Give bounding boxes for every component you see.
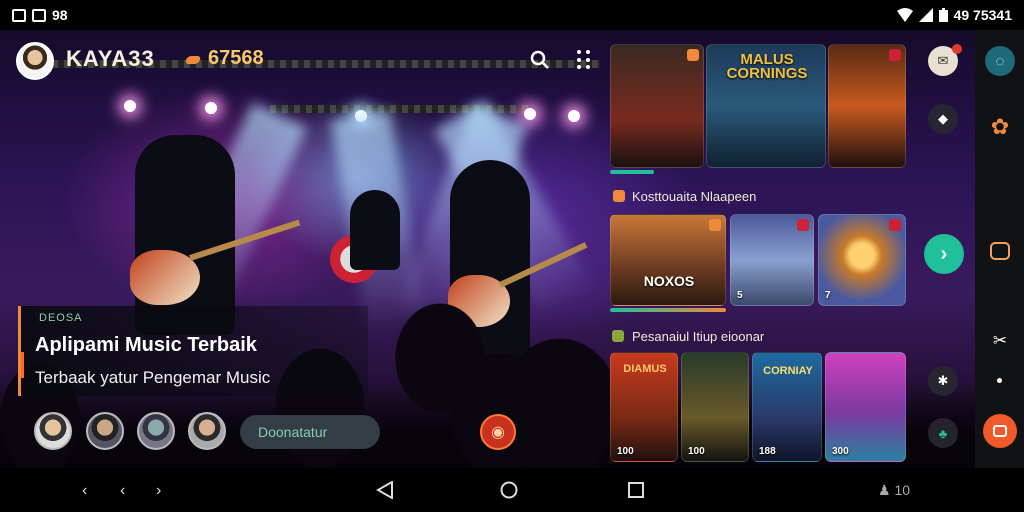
- shield-icon[interactable]: ◆: [928, 104, 958, 134]
- home-icon[interactable]: ◌: [985, 46, 1015, 76]
- friend-avatar[interactable]: [34, 412, 72, 450]
- carousel-progress: [610, 170, 654, 174]
- content-tile[interactable]: 7: [818, 214, 906, 306]
- promo-card[interactable]: DEOSA Aplipami Music Terbaik Terbaak yat…: [18, 306, 368, 396]
- live-icon[interactable]: [983, 414, 1017, 448]
- signal-icon: [918, 8, 933, 22]
- star-icon[interactable]: ✱: [928, 366, 958, 396]
- promo-tag: DEOSA: [39, 312, 83, 324]
- friend-avatar[interactable]: [188, 412, 226, 450]
- tools-icon[interactable]: ✂: [985, 326, 1015, 356]
- featured-tile[interactable]: [828, 44, 906, 168]
- search-icon[interactable]: [530, 50, 550, 70]
- album-tile[interactable]: 100: [681, 352, 749, 462]
- content-tile[interactable]: NOXOS: [610, 214, 726, 306]
- navigation-bar: ‹ ‹ › ♟ 10: [0, 468, 1024, 512]
- recents-icon[interactable]: [628, 482, 644, 498]
- back-icon[interactable]: [376, 481, 394, 499]
- username: KAYA33: [66, 46, 155, 71]
- user-count: ♟ 10: [878, 482, 910, 499]
- status-left: 98: [12, 7, 68, 23]
- promo-title: Aplipami Music Terbaik: [35, 334, 257, 356]
- tile-badge-icon: [687, 49, 699, 61]
- stage-light: [205, 102, 217, 114]
- tile-title: DIAMUS: [623, 363, 667, 375]
- tile-number: 100: [688, 446, 705, 457]
- record-badge-icon[interactable]: ◉: [480, 414, 516, 450]
- status-right-text: 49 75341: [953, 7, 1012, 23]
- tile-badge-icon: [709, 219, 721, 231]
- gift-icon[interactable]: ♣: [928, 418, 958, 448]
- tile-number: 7: [825, 290, 831, 301]
- section-title: Kosttouaita Nlaapeen: [632, 189, 757, 204]
- tile-badge-icon: [889, 219, 901, 231]
- tile-title: NOXOS: [643, 273, 695, 289]
- photo-icon: [32, 8, 46, 22]
- chevron-right-icon[interactable]: ›: [156, 482, 161, 500]
- ranking-icon[interactable]: ✿: [985, 112, 1015, 142]
- promo-subtitle: Terbaak yatur Pengemar Music: [35, 368, 271, 387]
- section-icon: [612, 330, 624, 342]
- next-arrow-button[interactable]: ›: [924, 234, 964, 274]
- gallery-icon: [12, 8, 26, 22]
- drummer: [350, 190, 400, 270]
- stage-light: [124, 100, 136, 112]
- coin-balance: 67568: [208, 47, 264, 69]
- album-tile[interactable]: 300: [825, 352, 906, 462]
- status-bar: 98 49 75341: [0, 0, 1024, 30]
- wifi-icon: [896, 8, 913, 22]
- featured-tile[interactable]: [610, 44, 704, 168]
- person-icon: ♟: [878, 482, 891, 498]
- promo-accent-bar: [21, 352, 24, 378]
- tile-number: 188: [759, 446, 776, 457]
- content-tile[interactable]: 5: [730, 214, 814, 306]
- section-icon: [613, 190, 625, 202]
- tile-title: MALUS CORNINGS: [726, 51, 808, 82]
- featured-tile[interactable]: MALUS CORNINGS: [706, 44, 826, 168]
- library-icon[interactable]: [985, 236, 1015, 266]
- album-tile[interactable]: CORNIAY 188: [752, 352, 822, 462]
- battery-icon: [938, 8, 948, 22]
- section-title: Pesanaiul Itiup eioonar: [632, 329, 765, 344]
- notification-dot: [952, 44, 962, 54]
- stage-light: [568, 110, 580, 122]
- tile-number: 5: [737, 290, 743, 301]
- profile-avatar[interactable]: [16, 42, 54, 80]
- chevron-left-icon[interactable]: ‹: [120, 482, 125, 500]
- stage-light: [524, 108, 536, 120]
- tile-badge-icon: [889, 49, 901, 61]
- follow-button[interactable]: Doonatatur: [240, 415, 380, 449]
- user-count-label: 10: [894, 482, 911, 498]
- page-indicator-dot: [997, 378, 1002, 383]
- more-menu-icon[interactable]: [577, 50, 591, 70]
- tile-number: 300: [832, 446, 849, 457]
- tile-title: CORNIAY: [763, 365, 813, 377]
- status-right: 49 75341: [896, 7, 1012, 23]
- home-nav-icon[interactable]: [500, 481, 518, 499]
- tile-badge-icon: [797, 219, 809, 231]
- friend-avatar[interactable]: [86, 412, 124, 450]
- chevron-left-icon[interactable]: ‹: [82, 482, 87, 500]
- sidebar: ◌ ✿ ✂: [975, 30, 1024, 468]
- status-left-text: 98: [52, 7, 68, 23]
- friend-avatar[interactable]: [137, 412, 175, 450]
- tile-progress: [610, 308, 726, 312]
- tile-number: 100: [617, 446, 634, 457]
- album-tile[interactable]: DIAMUS 100: [610, 352, 678, 462]
